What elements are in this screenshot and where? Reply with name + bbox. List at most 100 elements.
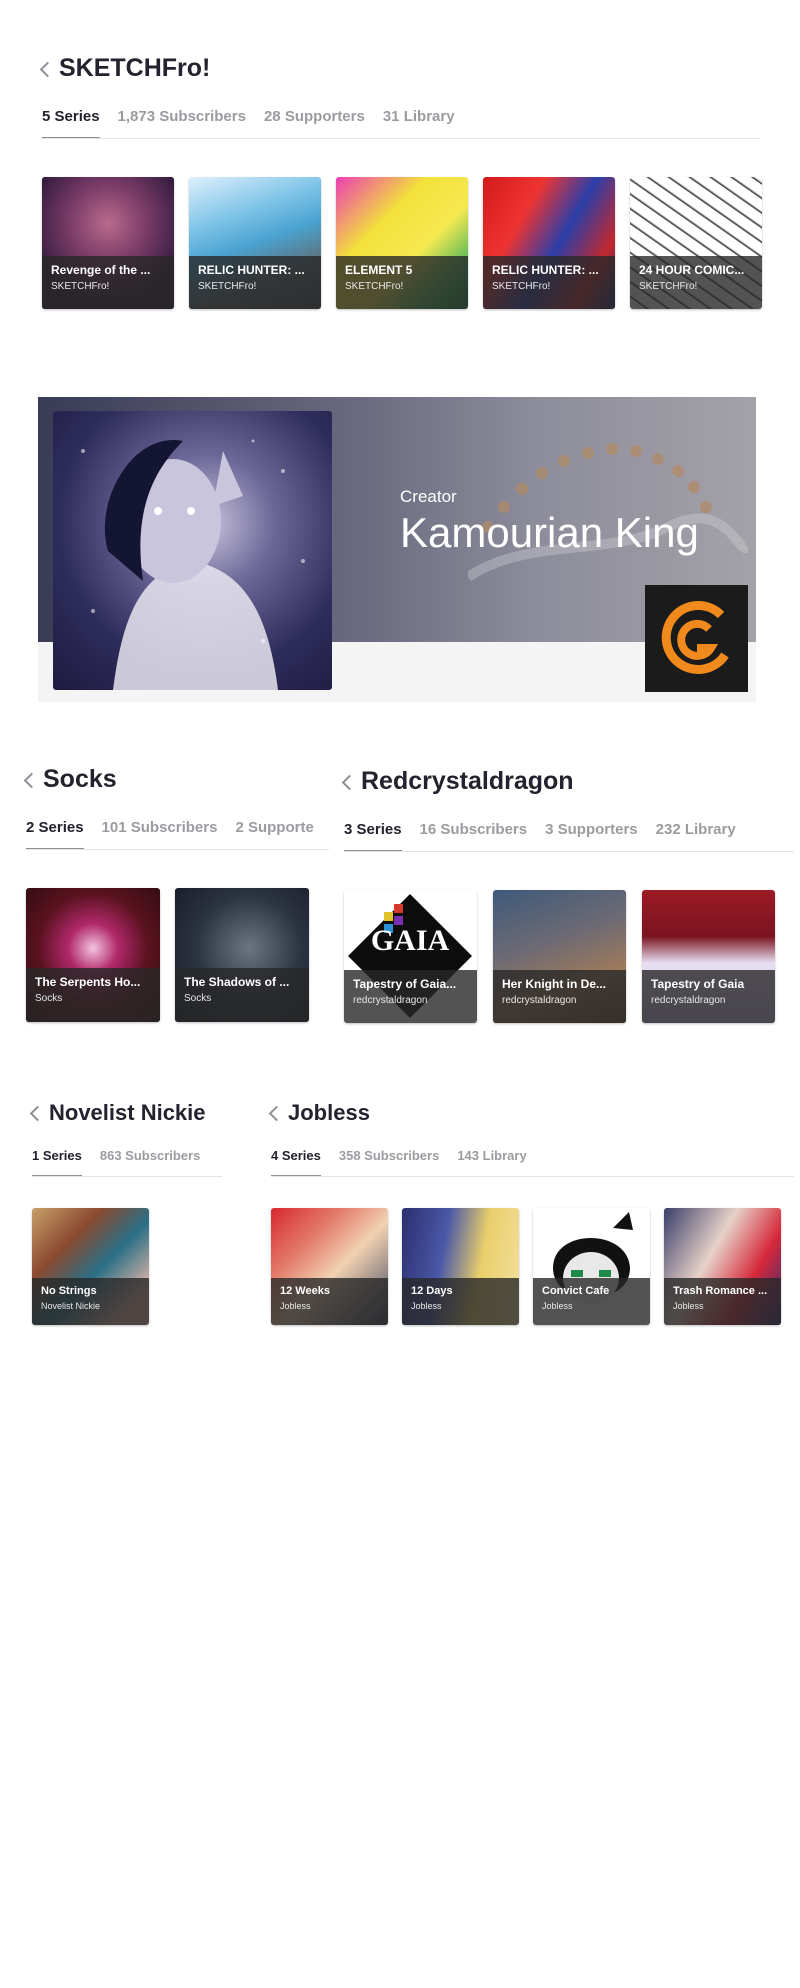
tab-series[interactable]: 2 Series (26, 819, 84, 849)
series-author: redcrystaldragon (502, 994, 577, 1006)
series-author: SKETCHFro! (492, 281, 551, 293)
creator-tabs: 5 Series 1,873 Subscribers 28 Supporters… (42, 108, 760, 139)
series-caption: 12 Days Jobless (402, 1278, 519, 1325)
series-card[interactable]: RELIC HUNTER: ... SKETCHFro! (189, 177, 321, 309)
creator-name[interactable]: Novelist Nickie (49, 1100, 206, 1126)
series-title: 12 Weeks (280, 1285, 330, 1298)
creator-name[interactable]: Jobless (288, 1100, 370, 1126)
series-author: Socks (35, 993, 63, 1005)
creator-header: Novelist Nickie (29, 1100, 222, 1126)
series-card[interactable]: Revenge of the ... SKETCHFro! (42, 177, 174, 309)
series-card[interactable]: GAIA Tapestry of Gaia... redcrystaldrago… (344, 890, 477, 1023)
series-caption: 12 Weeks Jobless (271, 1278, 388, 1325)
series-title: Tapestry of Gaia... (353, 976, 457, 991)
chevron-left-icon[interactable] (29, 1105, 46, 1122)
creator-tabs: 2 Series 101 Subscribers 2 Supporte (26, 819, 329, 850)
creator-portrait (53, 411, 332, 690)
series-title: Convict Cafe (542, 1285, 610, 1298)
series-author: Jobless (542, 1301, 573, 1312)
series-card[interactable]: Tapestry of Gaia redcrystaldragon (642, 890, 775, 1023)
series-author: Jobless (411, 1301, 442, 1312)
creator-role-label: Creator (400, 487, 457, 506)
series-author: Socks (184, 993, 212, 1005)
creator-name[interactable]: Socks (43, 765, 117, 794)
series-caption: Tapestry of Gaia redcrystaldragon (642, 969, 775, 1023)
creator-name[interactable]: SKETCHFro! (59, 54, 210, 83)
series-caption: Her Knight in De... redcrystaldragon (493, 969, 626, 1023)
tab-subscribers[interactable]: 358 Subscribers (339, 1148, 439, 1176)
tab-series[interactable]: 4 Series (271, 1148, 321, 1176)
chevron-left-icon[interactable] (23, 772, 40, 788)
creator-logo (645, 585, 748, 692)
tab-library[interactable]: 143 Library (457, 1148, 526, 1176)
series-author: redcrystaldragon (353, 994, 428, 1006)
chevron-left-icon[interactable] (268, 1105, 285, 1122)
creator-header: SKETCHFro! (39, 54, 760, 83)
creator-header: Jobless (268, 1100, 794, 1126)
series-title: 12 Days (411, 1285, 453, 1298)
series-caption: Tapestry of Gaia... redcrystaldragon (344, 969, 477, 1023)
series-card[interactable]: 12 Weeks Jobless (271, 1208, 388, 1325)
creator-header: Socks (23, 765, 329, 794)
tab-series[interactable]: 5 Series (42, 108, 100, 138)
tab-supporters[interactable]: 28 Supporters (264, 108, 365, 138)
series-title: No Strings (41, 1285, 97, 1298)
series-title: Revenge of the ... (51, 263, 151, 278)
series-author: Jobless (280, 1301, 311, 1312)
series-card[interactable]: 12 Days Jobless (402, 1208, 519, 1325)
series-caption: ELEMENT 5 SKETCHFro! (336, 256, 468, 309)
tab-subscribers[interactable]: 863 Subscribers (100, 1148, 200, 1176)
tab-supporters[interactable]: 3 Supporters (545, 821, 638, 851)
series-caption: Revenge of the ... SKETCHFro! (42, 256, 174, 309)
series-card[interactable]: Trash Romance ... Jobless (664, 1208, 781, 1325)
series-card[interactable]: The Shadows of ... Socks (175, 888, 309, 1022)
series-card[interactable]: RELIC HUNTER: ... SKETCHFro! (483, 177, 615, 309)
creator-tabs: 3 Series 16 Subscribers 3 Supporters 232… (344, 821, 794, 852)
tab-supporters[interactable]: 2 Supporte (235, 819, 313, 849)
creator-tabs: 1 Series 863 Subscribers (32, 1148, 222, 1177)
tab-series[interactable]: 3 Series (344, 821, 402, 851)
series-caption: RELIC HUNTER: ... SKETCHFro! (483, 256, 615, 309)
series-title: Tapestry of Gaia (651, 976, 745, 991)
series-author: SKETCHFro! (198, 281, 257, 293)
series-card[interactable]: ELEMENT 5 SKETCHFro! (336, 177, 468, 309)
creator-banner[interactable]: Creator Kamourian King (38, 397, 756, 702)
series-title: The Shadows of ... (184, 975, 290, 990)
series-card[interactable]: No Strings Novelist Nickie (32, 1208, 149, 1325)
tab-subscribers[interactable]: 16 Subscribers (420, 821, 528, 851)
series-card[interactable]: The Serpents Ho... Socks (26, 888, 160, 1022)
series-caption: 24 HOUR COMIC... SKETCHFro! (630, 256, 762, 309)
series-caption: No Strings Novelist Nickie (32, 1278, 149, 1325)
series-title: Trash Romance ... (673, 1285, 768, 1298)
series-caption: Convict Cafe Jobless (533, 1278, 650, 1325)
tab-series[interactable]: 1 Series (32, 1148, 82, 1176)
creator-header: Redcrystaldragon (341, 767, 794, 796)
creator-section-redcrystaldragon: Redcrystaldragon 3 Series 16 Subscribers… (341, 767, 794, 852)
chevron-left-icon[interactable] (341, 774, 358, 790)
series-card[interactable]: 24 HOUR COMIC... SKETCHFro! (630, 177, 762, 309)
tab-library[interactable]: 31 Library (383, 108, 455, 138)
portrait-art (81, 439, 305, 690)
series-title: The Serpents Ho... (35, 975, 141, 990)
tab-subscribers[interactable]: 101 Subscribers (102, 819, 218, 849)
tab-subscribers[interactable]: 1,873 Subscribers (118, 108, 246, 138)
series-caption: Trash Romance ... Jobless (664, 1278, 781, 1325)
chevron-left-icon[interactable] (39, 61, 56, 77)
creator-section-jobless: Jobless 4 Series 358 Subscribers 143 Lib… (268, 1100, 794, 1177)
series-card[interactable]: Her Knight in De... redcrystaldragon (493, 890, 626, 1023)
banner-background-art (468, 443, 748, 582)
series-author: Jobless (673, 1301, 704, 1312)
creator-name[interactable]: Redcrystaldragon (361, 767, 574, 796)
banner-creator-name[interactable]: Kamourian King (400, 509, 699, 557)
creator-section-novelist-nickie: Novelist Nickie 1 Series 863 Subscribers (29, 1100, 222, 1177)
series-caption: The Shadows of ... Socks (175, 968, 309, 1022)
series-card[interactable]: Convict Cafe Jobless (533, 1208, 650, 1325)
tab-library[interactable]: 232 Library (656, 821, 736, 851)
creator-section-sketchfro: SKETCHFro! 5 Series 1,873 Subscribers 28… (39, 54, 760, 139)
series-caption: RELIC HUNTER: ... SKETCHFro! (189, 256, 321, 309)
series-author: SKETCHFro! (345, 281, 404, 293)
creator-tabs: 4 Series 358 Subscribers 143 Library (271, 1148, 794, 1177)
series-author: SKETCHFro! (639, 281, 698, 293)
series-title: ELEMENT 5 (345, 263, 413, 278)
series-caption: The Serpents Ho... Socks (26, 968, 160, 1022)
